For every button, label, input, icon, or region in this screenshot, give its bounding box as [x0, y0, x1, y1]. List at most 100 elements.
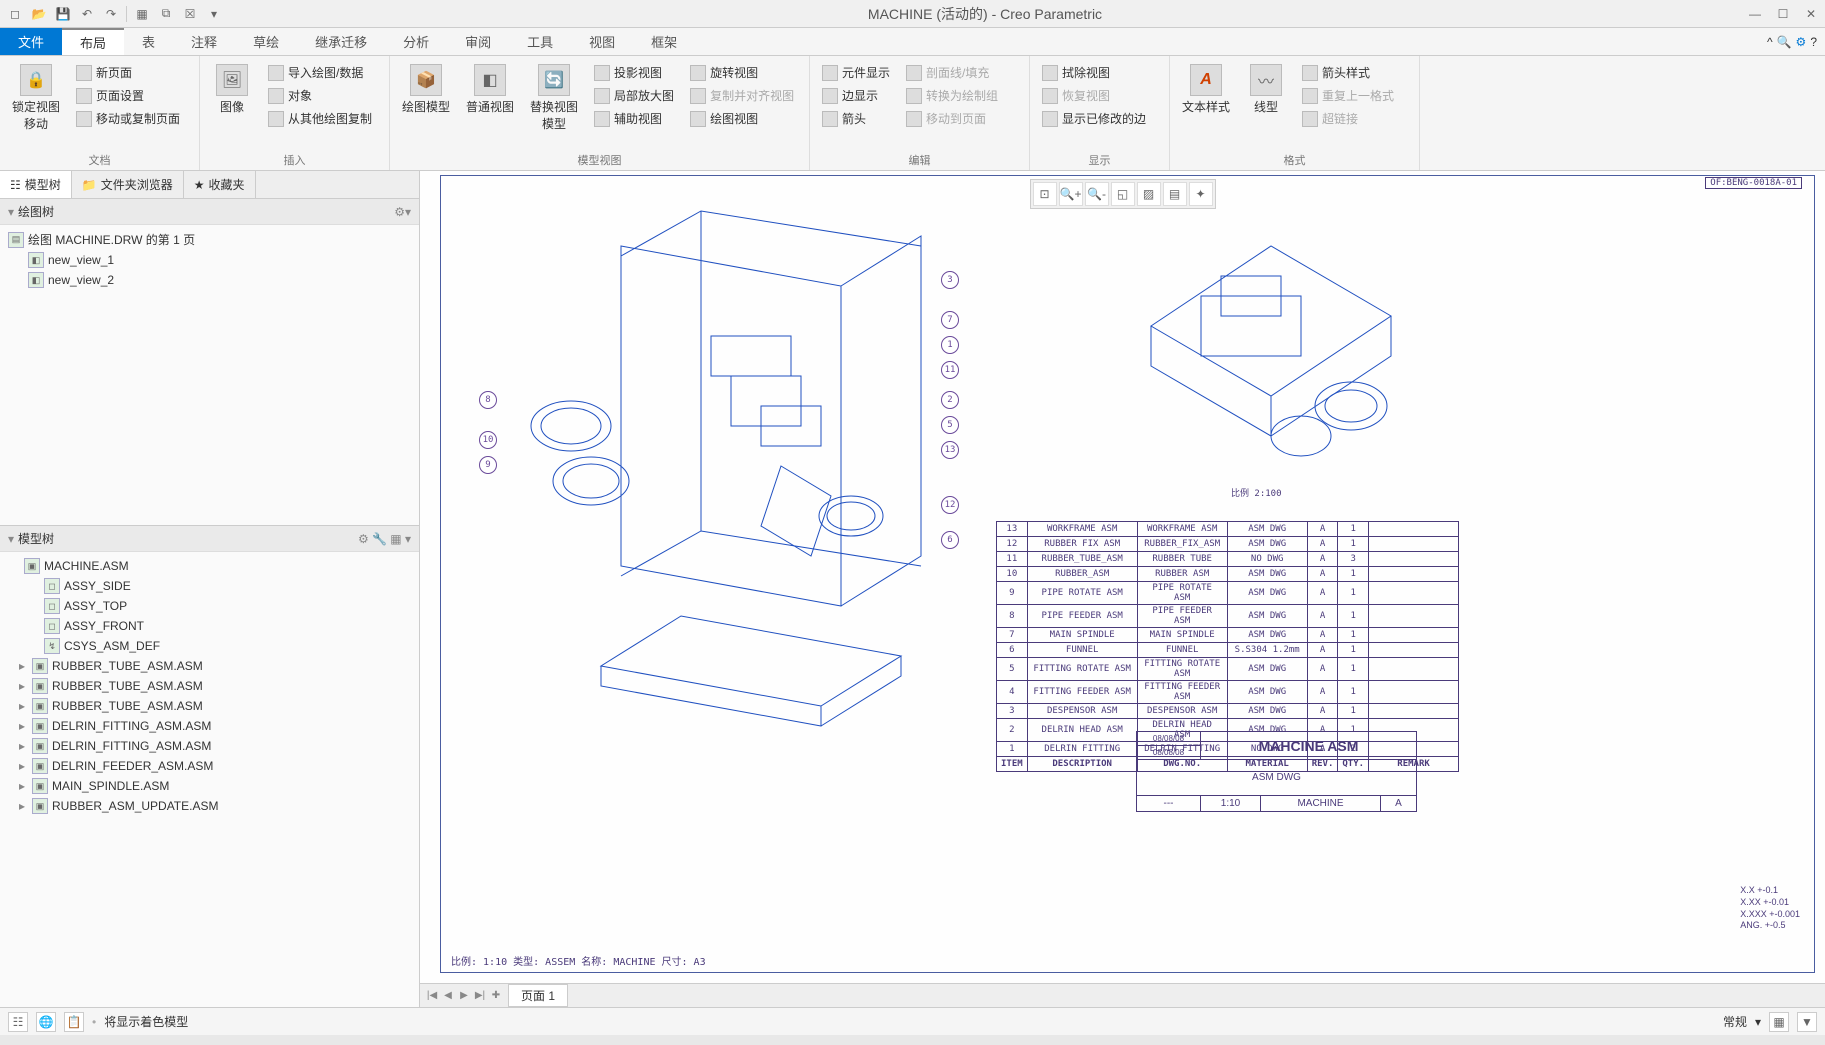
expand-icon[interactable]: ▸: [16, 719, 28, 733]
arrowhead-button[interactable]: 箭头: [818, 108, 894, 129]
move-to-page-button[interactable]: 移动到页面: [902, 108, 1002, 129]
drawing-model-button[interactable]: 📦绘图模型: [394, 60, 458, 119]
tree-item[interactable]: ▣MACHINE.ASM: [0, 556, 419, 576]
status-mode[interactable]: 常规: [1723, 1013, 1747, 1030]
saved-views-icon[interactable]: ▤: [1163, 182, 1187, 206]
tree-item[interactable]: ▸▣RUBBER_TUBE_ASM.ASM: [0, 676, 419, 696]
tab-inherit[interactable]: 继承迁移: [297, 28, 385, 55]
add-sheet-icon[interactable]: ✚: [488, 988, 504, 1004]
redo-icon[interactable]: ↷: [100, 3, 122, 25]
tab-annotate[interactable]: 注释: [173, 28, 235, 55]
tree-item[interactable]: ◻ASSY_TOP: [0, 596, 419, 616]
tree-item[interactable]: ▸▣RUBBER_ASM_UPDATE.ASM: [0, 796, 419, 816]
tree-item[interactable]: ▸▣RUBBER_TUBE_ASM.ASM: [0, 656, 419, 676]
maximize-button[interactable]: ☐: [1769, 0, 1797, 28]
model-tree-header[interactable]: ▾ 模型树 ⚙ 🔧 ▦ ▾: [0, 525, 419, 552]
open-icon[interactable]: 📂: [28, 3, 50, 25]
tree-options-icon[interactable]: ⚙▾: [394, 205, 411, 219]
more-icon[interactable]: ▾: [203, 3, 225, 25]
tab-layout[interactable]: 布局: [62, 28, 124, 55]
page-setup-button[interactable]: 页面设置: [72, 85, 184, 106]
aux-view-button[interactable]: 辅助视图: [590, 108, 678, 129]
show-modified-edges-button[interactable]: 显示已修改的边: [1038, 108, 1150, 129]
balloon[interactable]: 10: [479, 431, 497, 449]
image-button[interactable]: 🖼 图像: [204, 60, 260, 119]
general-view-button[interactable]: ◧普通视图: [458, 60, 522, 119]
sb-filter-icon[interactable]: ▼: [1797, 1012, 1817, 1032]
new-page-button[interactable]: 新页面: [72, 62, 184, 83]
tab-frame[interactable]: 框架: [633, 28, 695, 55]
balloon[interactable]: 3: [941, 271, 959, 289]
tab-analysis[interactable]: 分析: [385, 28, 447, 55]
tree-item[interactable]: ◻ASSY_FRONT: [0, 616, 419, 636]
zoom-in-icon[interactable]: 🔍+: [1059, 182, 1083, 206]
balloon[interactable]: 13: [941, 441, 959, 459]
tree-item[interactable]: ↯CSYS_ASM_DEF: [0, 636, 419, 656]
expand-icon[interactable]: ▸: [16, 799, 28, 813]
next-sheet-icon[interactable]: ▶: [456, 988, 472, 1004]
balloon[interactable]: 1: [941, 336, 959, 354]
last-sheet-icon[interactable]: ▶|: [472, 988, 488, 1004]
zoom-out-icon[interactable]: 🔍-: [1085, 182, 1109, 206]
sb-clipboard-icon[interactable]: 📋: [64, 1012, 84, 1032]
expand-icon[interactable]: ▸: [16, 699, 28, 713]
tab-table[interactable]: 表: [124, 28, 173, 55]
detail-view-button[interactable]: 局部放大图: [590, 85, 678, 106]
tree-item[interactable]: ◧new_view_1: [0, 250, 419, 270]
projection-view-button[interactable]: 投影视图: [590, 62, 678, 83]
tab-model-tree[interactable]: ☷模型树: [0, 171, 72, 198]
tree-item[interactable]: ▤绘图 MACHINE.DRW 的第 1 页: [0, 229, 419, 250]
help-icon[interactable]: ?: [1810, 35, 1817, 49]
regen-icon[interactable]: ▦: [131, 3, 153, 25]
collapse-ribbon-icon[interactable]: ^: [1767, 35, 1773, 49]
gear-icon[interactable]: ⚙: [1796, 35, 1807, 49]
undo-icon[interactable]: ↶: [76, 3, 98, 25]
repeat-format-button[interactable]: 重复上一格式: [1298, 85, 1398, 106]
tree-item[interactable]: ▸▣DELRIN_FEEDER_ASM.ASM: [0, 756, 419, 776]
sheet-tab[interactable]: 页面 1: [508, 984, 568, 1007]
tab-folder-browser[interactable]: 📁文件夹浏览器: [72, 171, 184, 198]
minimize-button[interactable]: —: [1741, 0, 1769, 28]
windows-icon[interactable]: ⧉: [155, 3, 177, 25]
tab-view[interactable]: 视图: [571, 28, 633, 55]
copy-align-view-button[interactable]: 复制并对齐视图: [686, 85, 798, 106]
move-copy-page-button[interactable]: 移动或复制页面: [72, 108, 184, 129]
expand-icon[interactable]: ▸: [16, 779, 28, 793]
arrow-style-button[interactable]: 箭头样式: [1298, 62, 1398, 83]
drawing-view-button[interactable]: 绘图视图: [686, 108, 798, 129]
sb-tree-icon[interactable]: ☷: [8, 1012, 28, 1032]
balloon[interactable]: 9: [479, 456, 497, 474]
tree-item[interactable]: ▸▣RUBBER_TUBE_ASM.ASM: [0, 696, 419, 716]
balloon[interactable]: 5: [941, 416, 959, 434]
object-button[interactable]: 对象: [264, 85, 376, 106]
prev-sheet-icon[interactable]: ◀: [440, 988, 456, 1004]
tab-sketch[interactable]: 草绘: [235, 28, 297, 55]
tree-item[interactable]: ▸▣MAIN_SPINDLE.ASM: [0, 776, 419, 796]
expand-icon[interactable]: ▸: [16, 659, 28, 673]
refit-icon[interactable]: ◱: [1111, 182, 1135, 206]
chevron-down-icon[interactable]: ▾: [1755, 1015, 1761, 1029]
tree-tools-icon[interactable]: ⚙ 🔧 ▦ ▾: [358, 532, 411, 546]
replace-view-button[interactable]: 🔄替换视图 模型: [522, 60, 586, 136]
balloon[interactable]: 2: [941, 391, 959, 409]
sb-display-icon[interactable]: ▦: [1769, 1012, 1789, 1032]
tree-item[interactable]: ▸▣DELRIN_FITTING_ASM.ASM: [0, 736, 419, 756]
from-other-drawing-button[interactable]: 从其他绘图复制: [264, 108, 376, 129]
rotate-view-button[interactable]: 旋转视图: [686, 62, 798, 83]
zoom-fit-icon[interactable]: ⊡: [1033, 182, 1057, 206]
line-style-button[interactable]: 〰线型: [1238, 60, 1294, 119]
convert-draft-button[interactable]: 转换为绘制组: [902, 85, 1002, 106]
balloon[interactable]: 7: [941, 311, 959, 329]
drawing-canvas[interactable]: ⊡ 🔍+ 🔍- ◱ ▨ ▤ ✦ OF:BENG-0018A-01: [420, 171, 1825, 983]
import-drawing-button[interactable]: 导入绘图/数据: [264, 62, 376, 83]
balloon[interactable]: 6: [941, 531, 959, 549]
drawing-tree-header[interactable]: ▾ 绘图树 ⚙▾: [0, 199, 419, 225]
balloon[interactable]: 11: [941, 361, 959, 379]
sb-globe-icon[interactable]: 🌐: [36, 1012, 56, 1032]
search-icon[interactable]: 🔍: [1777, 35, 1792, 49]
section-fill-button[interactable]: 剖面线/填充: [902, 62, 1002, 83]
resume-view-button[interactable]: 恢复视图: [1038, 85, 1150, 106]
first-sheet-icon[interactable]: |◀: [424, 988, 440, 1004]
erase-view-button[interactable]: 拭除视图: [1038, 62, 1150, 83]
expand-icon[interactable]: ▸: [16, 679, 28, 693]
